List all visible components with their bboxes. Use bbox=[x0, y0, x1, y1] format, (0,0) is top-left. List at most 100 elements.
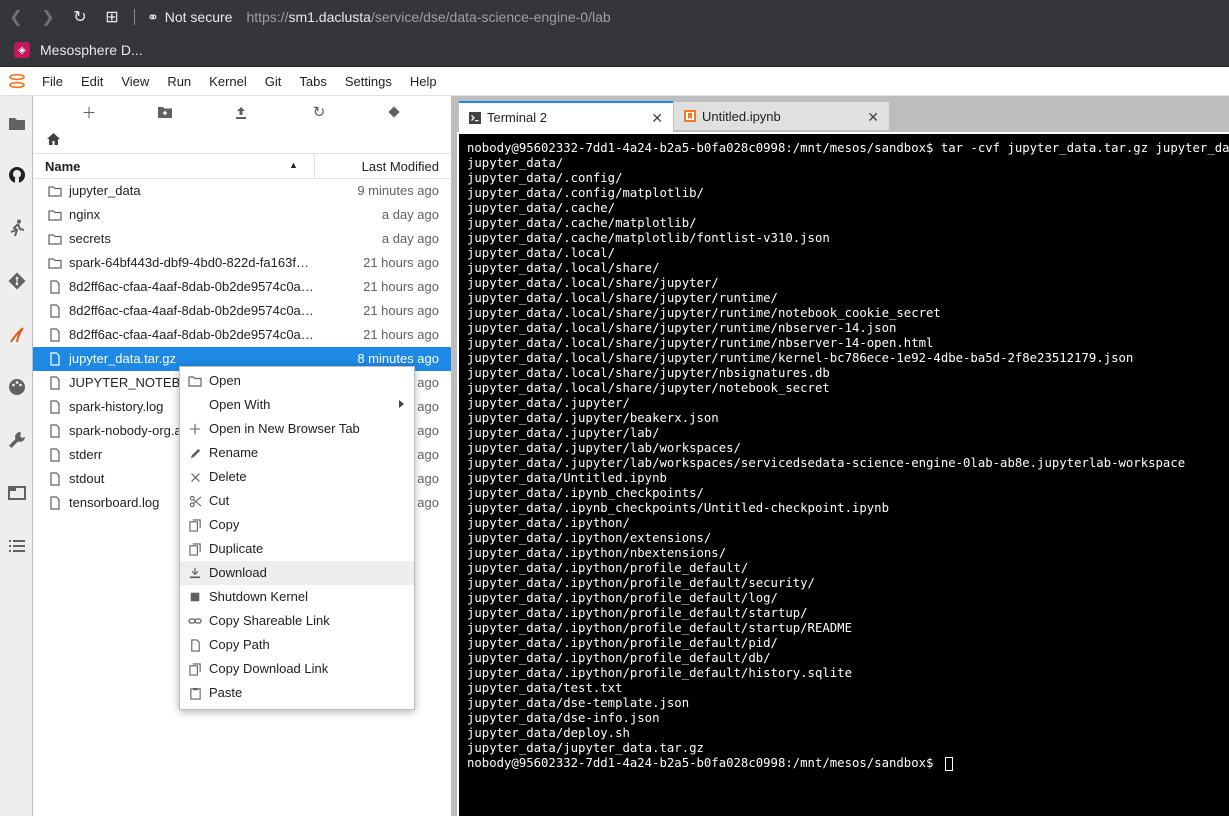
terminal-line: jupyter_data/.local/share/jupyter/runtim… bbox=[467, 336, 934, 350]
file-icon bbox=[48, 328, 62, 342]
refresh-icon[interactable]: ↻ bbox=[307, 102, 331, 122]
column-header-name[interactable]: Name bbox=[45, 159, 80, 174]
menu-item-shutdown-kernel[interactable]: Shutdown Kernel bbox=[180, 585, 414, 609]
menu-item-copy-path[interactable]: Copy Path bbox=[180, 633, 414, 657]
toc-list-icon[interactable] bbox=[0, 531, 33, 561]
address-bar[interactable]: https://sm1.daclusta/service/dse/data-sc… bbox=[246, 9, 610, 25]
copy-icon bbox=[188, 662, 202, 676]
menu-item-label: Shutdown Kernel bbox=[209, 589, 309, 604]
file-modified: ago bbox=[417, 399, 439, 414]
terminal-line: jupyter_data/Untitled.ipynb bbox=[467, 471, 667, 485]
upload-icon[interactable] bbox=[229, 102, 253, 122]
terminal-line: jupyter_data/ bbox=[467, 156, 564, 170]
menu-item-rename[interactable]: Rename bbox=[180, 441, 414, 465]
back-icon[interactable]: ❮ bbox=[0, 0, 32, 34]
menu-view[interactable]: View bbox=[112, 67, 158, 96]
terminal-line: jupyter_data/.local/share/jupyter/runtim… bbox=[467, 351, 1134, 365]
breadcrumb-home-icon[interactable] bbox=[47, 132, 60, 148]
sort-ascending-icon[interactable]: ▲ bbox=[289, 160, 298, 170]
terminal-line: jupyter_data/.jupyter/lab/ bbox=[467, 426, 660, 440]
tab-terminal-2[interactable]: Terminal 2 ✕ bbox=[459, 101, 673, 132]
menu-item-copy[interactable]: Copy bbox=[180, 513, 414, 537]
terminal-output[interactable]: nobody@95602332-7dd1-4a24-b2a5-b0fa028c0… bbox=[459, 134, 1229, 816]
file-list-item[interactable]: spark-64bf443d-dbf9-4bd0-822d-fa163f… 21 … bbox=[33, 251, 451, 275]
file-icon bbox=[48, 400, 62, 414]
new-launcher-icon[interactable]: ＋ bbox=[77, 102, 101, 122]
folder-icon bbox=[48, 232, 62, 246]
close-icon bbox=[188, 470, 202, 484]
plus-icon bbox=[188, 422, 202, 436]
menu-item-label: Cut bbox=[209, 493, 230, 508]
terminal-line: jupyter_data/.ipython/profile_default/pi… bbox=[467, 636, 778, 650]
tabs-icon[interactable] bbox=[0, 478, 33, 508]
file-list-item[interactable]: 8d2ff6ac-cfaa-4aaf-8dab-0b2de9574c0a… 21 … bbox=[33, 275, 451, 299]
file-modified: ago bbox=[417, 471, 439, 486]
bookmark-mesosphere[interactable]: Mesosphere D... bbox=[40, 42, 143, 58]
close-icon[interactable]: ✕ bbox=[867, 109, 879, 126]
terminal-line: jupyter_data/.local/share/jupyter/nbsign… bbox=[467, 366, 830, 380]
file-name: jupyter_data.tar.gz bbox=[69, 351, 176, 366]
file-modified: 9 minutes ago bbox=[357, 183, 439, 198]
terminal-line: jupyter_data/.ipython/profile_default/hi… bbox=[467, 666, 852, 680]
menu-edit[interactable]: Edit bbox=[72, 67, 112, 96]
close-icon[interactable]: ✕ bbox=[651, 110, 663, 127]
menu-item-open[interactable]: Open bbox=[180, 369, 414, 393]
new-folder-icon[interactable] bbox=[153, 102, 177, 122]
column-header-modified[interactable]: Last Modified bbox=[362, 159, 439, 174]
file-modified: 21 hours ago bbox=[363, 279, 439, 294]
menu-item-duplicate[interactable]: Duplicate bbox=[180, 537, 414, 561]
terminal-line: jupyter_data/.ipython/ bbox=[467, 516, 630, 530]
tab-label: Untitled.ipynb bbox=[702, 108, 781, 124]
file-list-item[interactable]: 8d2ff6ac-cfaa-4aaf-8dab-0b2de9574c0a… 21 … bbox=[33, 323, 451, 347]
forward-icon[interactable]: ❯ bbox=[32, 0, 64, 34]
running-icon[interactable] bbox=[0, 213, 33, 243]
terminal-line: jupyter_data/test.txt bbox=[467, 681, 623, 695]
spark-icon[interactable] bbox=[0, 320, 33, 350]
folder-icon[interactable] bbox=[0, 108, 33, 138]
palette-icon[interactable] bbox=[0, 372, 33, 402]
menu-git[interactable]: Git bbox=[256, 67, 291, 96]
menu-item-download[interactable]: Download bbox=[180, 561, 414, 585]
menu-help[interactable]: Help bbox=[401, 67, 446, 96]
apps-grid-icon[interactable]: ⊞ bbox=[96, 0, 128, 34]
menu-item-copy-shareable-link[interactable]: Copy Shareable Link bbox=[180, 609, 414, 633]
github-icon[interactable] bbox=[0, 160, 33, 190]
menu-item-copy-download-link[interactable]: Copy Download Link bbox=[180, 657, 414, 681]
menu-file[interactable]: File bbox=[33, 67, 72, 96]
file-list-item[interactable]: 8d2ff6ac-cfaa-4aaf-8dab-0b2de9574c0a… 21 … bbox=[33, 299, 451, 323]
file-icon bbox=[48, 304, 62, 318]
menu-item-open-in-new-browser-tab[interactable]: Open in New Browser Tab bbox=[180, 417, 414, 441]
menu-item-label: Open bbox=[209, 373, 241, 388]
file-modified: 21 hours ago bbox=[363, 327, 439, 342]
menu-item-delete[interactable]: Delete bbox=[180, 465, 414, 489]
wrench-icon[interactable] bbox=[0, 425, 33, 455]
terminal-line: jupyter_data/.cache/matplotlib/fontlist-… bbox=[467, 231, 830, 245]
menu-item-open-with[interactable]: Open With bbox=[180, 393, 414, 417]
copy-icon bbox=[188, 518, 202, 532]
tab-label: Terminal 2 bbox=[487, 110, 547, 125]
menu-item-paste[interactable]: Paste bbox=[180, 681, 414, 705]
menu-settings[interactable]: Settings bbox=[336, 67, 401, 96]
menu-kernel[interactable]: Kernel bbox=[200, 67, 256, 96]
git-clone-icon[interactable] bbox=[382, 102, 406, 122]
tab-untitled-ipynb[interactable]: Untitled.ipynb ✕ bbox=[674, 102, 889, 130]
file-modified: 21 hours ago bbox=[363, 303, 439, 318]
menu-tabs[interactable]: Tabs bbox=[290, 67, 335, 96]
left-activity-bar bbox=[0, 96, 33, 816]
file-browser-toolbar: ＋ ↻ bbox=[33, 96, 451, 128]
file-modified: 8 minutes ago bbox=[357, 351, 439, 366]
browser-toolbar: ❮ ❯ ↻ ⊞ ⚭ Not secure https://sm1.daclust… bbox=[0, 0, 1229, 34]
menu-run[interactable]: Run bbox=[158, 67, 200, 96]
security-indicator[interactable]: ⚭ Not secure bbox=[147, 9, 232, 26]
reload-icon[interactable]: ↻ bbox=[64, 0, 96, 34]
toolbar-divider bbox=[134, 9, 135, 25]
file-list-item[interactable]: jupyter_data 9 minutes ago bbox=[33, 179, 451, 203]
menu-item-cut[interactable]: Cut bbox=[180, 489, 414, 513]
menu-item-label: Copy Download Link bbox=[209, 661, 329, 676]
panel-splitter[interactable] bbox=[451, 96, 457, 816]
download-icon bbox=[188, 566, 202, 580]
git-icon[interactable] bbox=[0, 266, 33, 296]
file-list-item[interactable]: secrets a day ago bbox=[33, 227, 451, 251]
file-list-item[interactable]: nginx a day ago bbox=[33, 203, 451, 227]
file-name: spark-64bf443d-dbf9-4bd0-822d-fa163f… bbox=[69, 255, 309, 270]
